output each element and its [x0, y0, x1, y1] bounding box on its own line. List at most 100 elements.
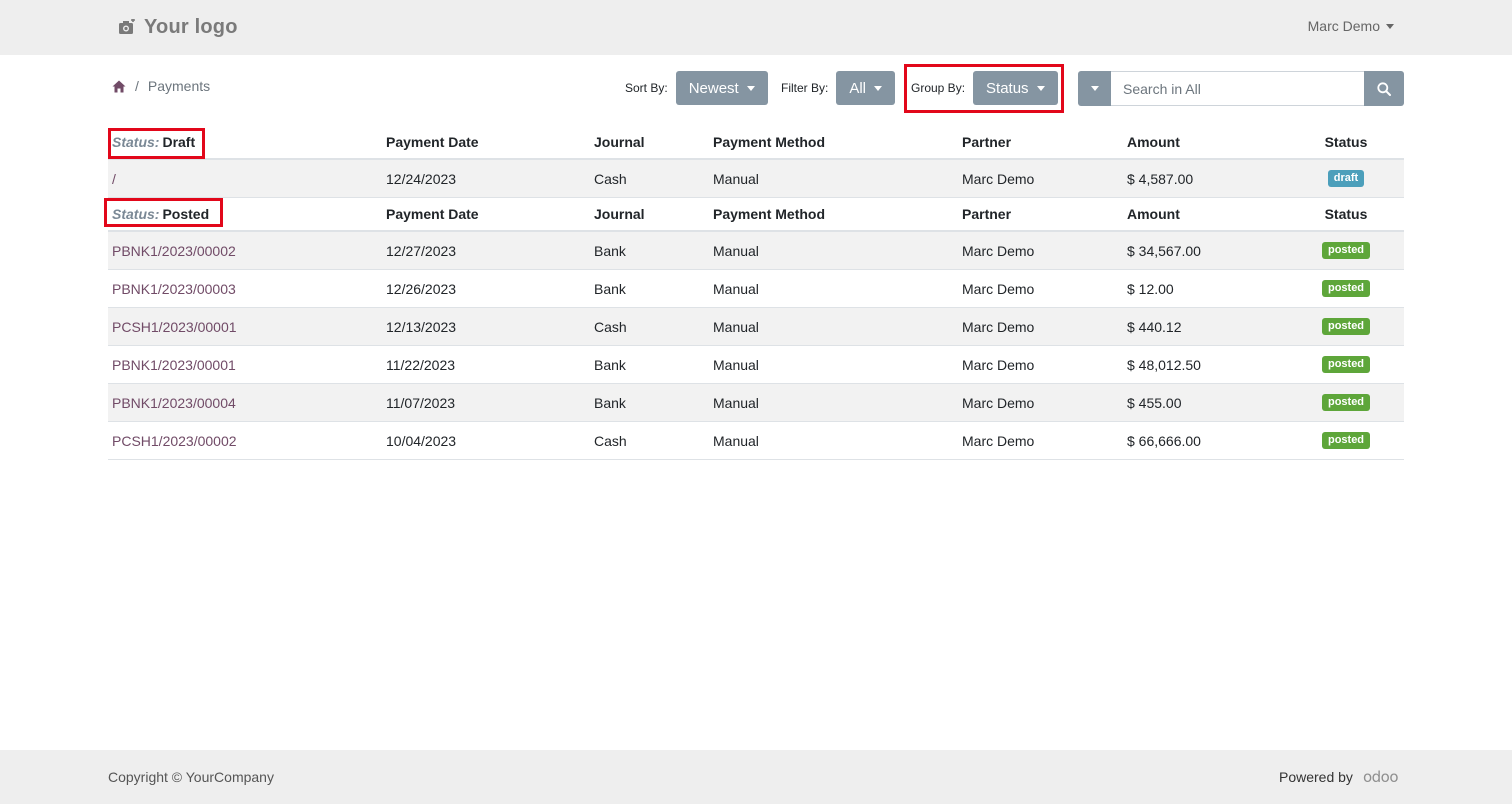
- payment-method: Manual: [713, 280, 759, 297]
- column-header-partner: Partner: [962, 206, 1012, 222]
- journal: Cash: [594, 318, 627, 335]
- breadcrumb-separator: /: [135, 78, 139, 94]
- status-badge: posted: [1321, 280, 1371, 297]
- table-row[interactable]: / 12/24/2023 Cash Manual Marc Demo $ 4,5…: [108, 160, 1404, 198]
- sort-by-control: Sort By: Newest: [625, 71, 768, 105]
- status-cell: posted: [1298, 422, 1394, 459]
- payment-reference-link[interactable]: PBNK1/2023/00004: [112, 384, 236, 421]
- breadcrumb-current: Payments: [147, 78, 211, 94]
- search-button[interactable]: [1364, 71, 1404, 106]
- payment-date: 12/13/2023: [386, 318, 457, 335]
- search-icon: [1377, 81, 1391, 96]
- amount: $ 455.00: [1127, 394, 1182, 411]
- amount: $ 4,587.00: [1127, 170, 1194, 187]
- payment-method: Manual: [713, 318, 759, 335]
- column-header-payment-date: Payment Date: [386, 134, 479, 150]
- table-row[interactable]: PCSH1/2023/00001 12/13/2023 Cash Manual …: [108, 308, 1404, 346]
- payment-date: 12/27/2023: [386, 242, 457, 259]
- logo-text: Your logo: [144, 15, 238, 38]
- top-navbar: Your logo Marc Demo: [0, 0, 1512, 55]
- payment-date: 10/04/2023: [386, 432, 457, 449]
- payment-reference-link[interactable]: PCSH1/2023/00001: [112, 308, 237, 345]
- journal: Bank: [594, 356, 626, 373]
- page-footer: Copyright © YourCompany Powered by odoo: [0, 750, 1512, 804]
- payment-reference-link[interactable]: PCSH1/2023/00002: [112, 422, 237, 459]
- filter-by-value: All: [849, 79, 867, 97]
- camera-icon: [119, 19, 135, 34]
- search-options-dropdown[interactable]: [1078, 71, 1111, 106]
- column-header-journal: Journal: [594, 134, 645, 150]
- payment-method: Manual: [713, 356, 759, 373]
- filter-by-label: Filter By:: [781, 81, 829, 95]
- filter-by-dropdown[interactable]: All: [836, 71, 896, 105]
- highlight-box-draft: [108, 128, 205, 159]
- powered-by[interactable]: Powered by odoo: [1279, 768, 1399, 786]
- column-header-amount: Amount: [1127, 134, 1180, 150]
- payment-reference-link[interactable]: PBNK1/2023/00003: [112, 270, 236, 307]
- payment-method: Manual: [713, 394, 759, 411]
- sort-by-value: Newest: [688, 79, 739, 97]
- payment-reference-link[interactable]: /: [112, 160, 116, 197]
- status-badge: posted: [1321, 432, 1371, 449]
- amount: $ 34,567.00: [1127, 242, 1201, 259]
- column-header-amount: Amount: [1127, 206, 1180, 222]
- payment-method: Manual: [713, 432, 759, 449]
- amount: $ 66,666.00: [1127, 432, 1201, 449]
- highlight-box-posted: [104, 198, 223, 227]
- table-row[interactable]: PCSH1/2023/00002 10/04/2023 Cash Manual …: [108, 422, 1404, 460]
- payment-date: 11/07/2023: [386, 394, 456, 411]
- sort-by-label: Sort By:: [625, 81, 668, 95]
- column-header-partner: Partner: [962, 134, 1012, 150]
- partner: Marc Demo: [962, 394, 1035, 411]
- partner: Marc Demo: [962, 318, 1035, 335]
- status-cell: posted: [1298, 232, 1394, 269]
- chevron-down-icon: [1386, 23, 1394, 29]
- table-row[interactable]: PBNK1/2023/00004 11/07/2023 Bank Manual …: [108, 384, 1404, 422]
- payment-date: 11/22/2023: [386, 356, 456, 373]
- journal: Cash: [594, 170, 627, 187]
- status-badge: draft: [1327, 170, 1365, 187]
- sort-by-dropdown[interactable]: Newest: [675, 71, 768, 105]
- portal-toolbar: / Payments Sort By: Newest Filter By: Al…: [108, 64, 1404, 113]
- table-row[interactable]: PBNK1/2023/00002 12/27/2023 Bank Manual …: [108, 232, 1404, 270]
- home-icon[interactable]: [112, 80, 126, 93]
- partner: Marc Demo: [962, 280, 1035, 297]
- status-cell: posted: [1298, 308, 1394, 345]
- column-header-payment-method: Payment Method: [713, 206, 826, 222]
- payment-reference-link[interactable]: PBNK1/2023/00002: [112, 232, 236, 269]
- company-logo[interactable]: Your logo: [110, 8, 246, 46]
- partner: Marc Demo: [962, 170, 1035, 187]
- journal: Bank: [594, 394, 626, 411]
- status-badge: posted: [1321, 318, 1371, 335]
- payment-date: 12/26/2023: [386, 280, 457, 297]
- highlight-box-group-by: [904, 64, 1064, 113]
- column-header-payment-date: Payment Date: [386, 206, 479, 222]
- search-bar: [1078, 71, 1404, 106]
- chevron-down-icon: [1090, 86, 1099, 91]
- status-cell: posted: [1298, 270, 1394, 307]
- column-header-status: Status: [1324, 206, 1368, 222]
- status-cell: posted: [1298, 346, 1394, 383]
- column-header-status: Status: [1324, 134, 1368, 150]
- column-header-payment-method: Payment Method: [713, 134, 826, 150]
- status-cell: posted: [1298, 384, 1394, 421]
- search-input[interactable]: [1111, 71, 1364, 106]
- odoo-logo: odoo: [1362, 768, 1399, 786]
- table-row[interactable]: PBNK1/2023/00001 11/22/2023 Bank Manual …: [108, 346, 1404, 384]
- status-cell: draft: [1298, 160, 1394, 197]
- table-row[interactable]: PBNK1/2023/00003 12/26/2023 Bank Manual …: [108, 270, 1404, 308]
- status-badge: posted: [1321, 394, 1371, 411]
- amount: $ 48,012.50: [1127, 356, 1201, 373]
- chevron-down-icon: [874, 85, 883, 91]
- breadcrumb: / Payments: [112, 78, 210, 94]
- partner: Marc Demo: [962, 356, 1035, 373]
- amount: $ 440.12: [1127, 318, 1182, 335]
- journal: Cash: [594, 432, 627, 449]
- user-name: Marc Demo: [1307, 18, 1380, 34]
- payment-date: 12/24/2023: [386, 170, 457, 187]
- partner: Marc Demo: [962, 432, 1035, 449]
- powered-by-label: Powered by: [1279, 769, 1353, 785]
- payment-reference-link[interactable]: PBNK1/2023/00001: [112, 346, 236, 383]
- user-menu[interactable]: Marc Demo: [1308, 18, 1394, 34]
- payments-table: Status: Draft Payment Date Journal Payme…: [104, 126, 1404, 460]
